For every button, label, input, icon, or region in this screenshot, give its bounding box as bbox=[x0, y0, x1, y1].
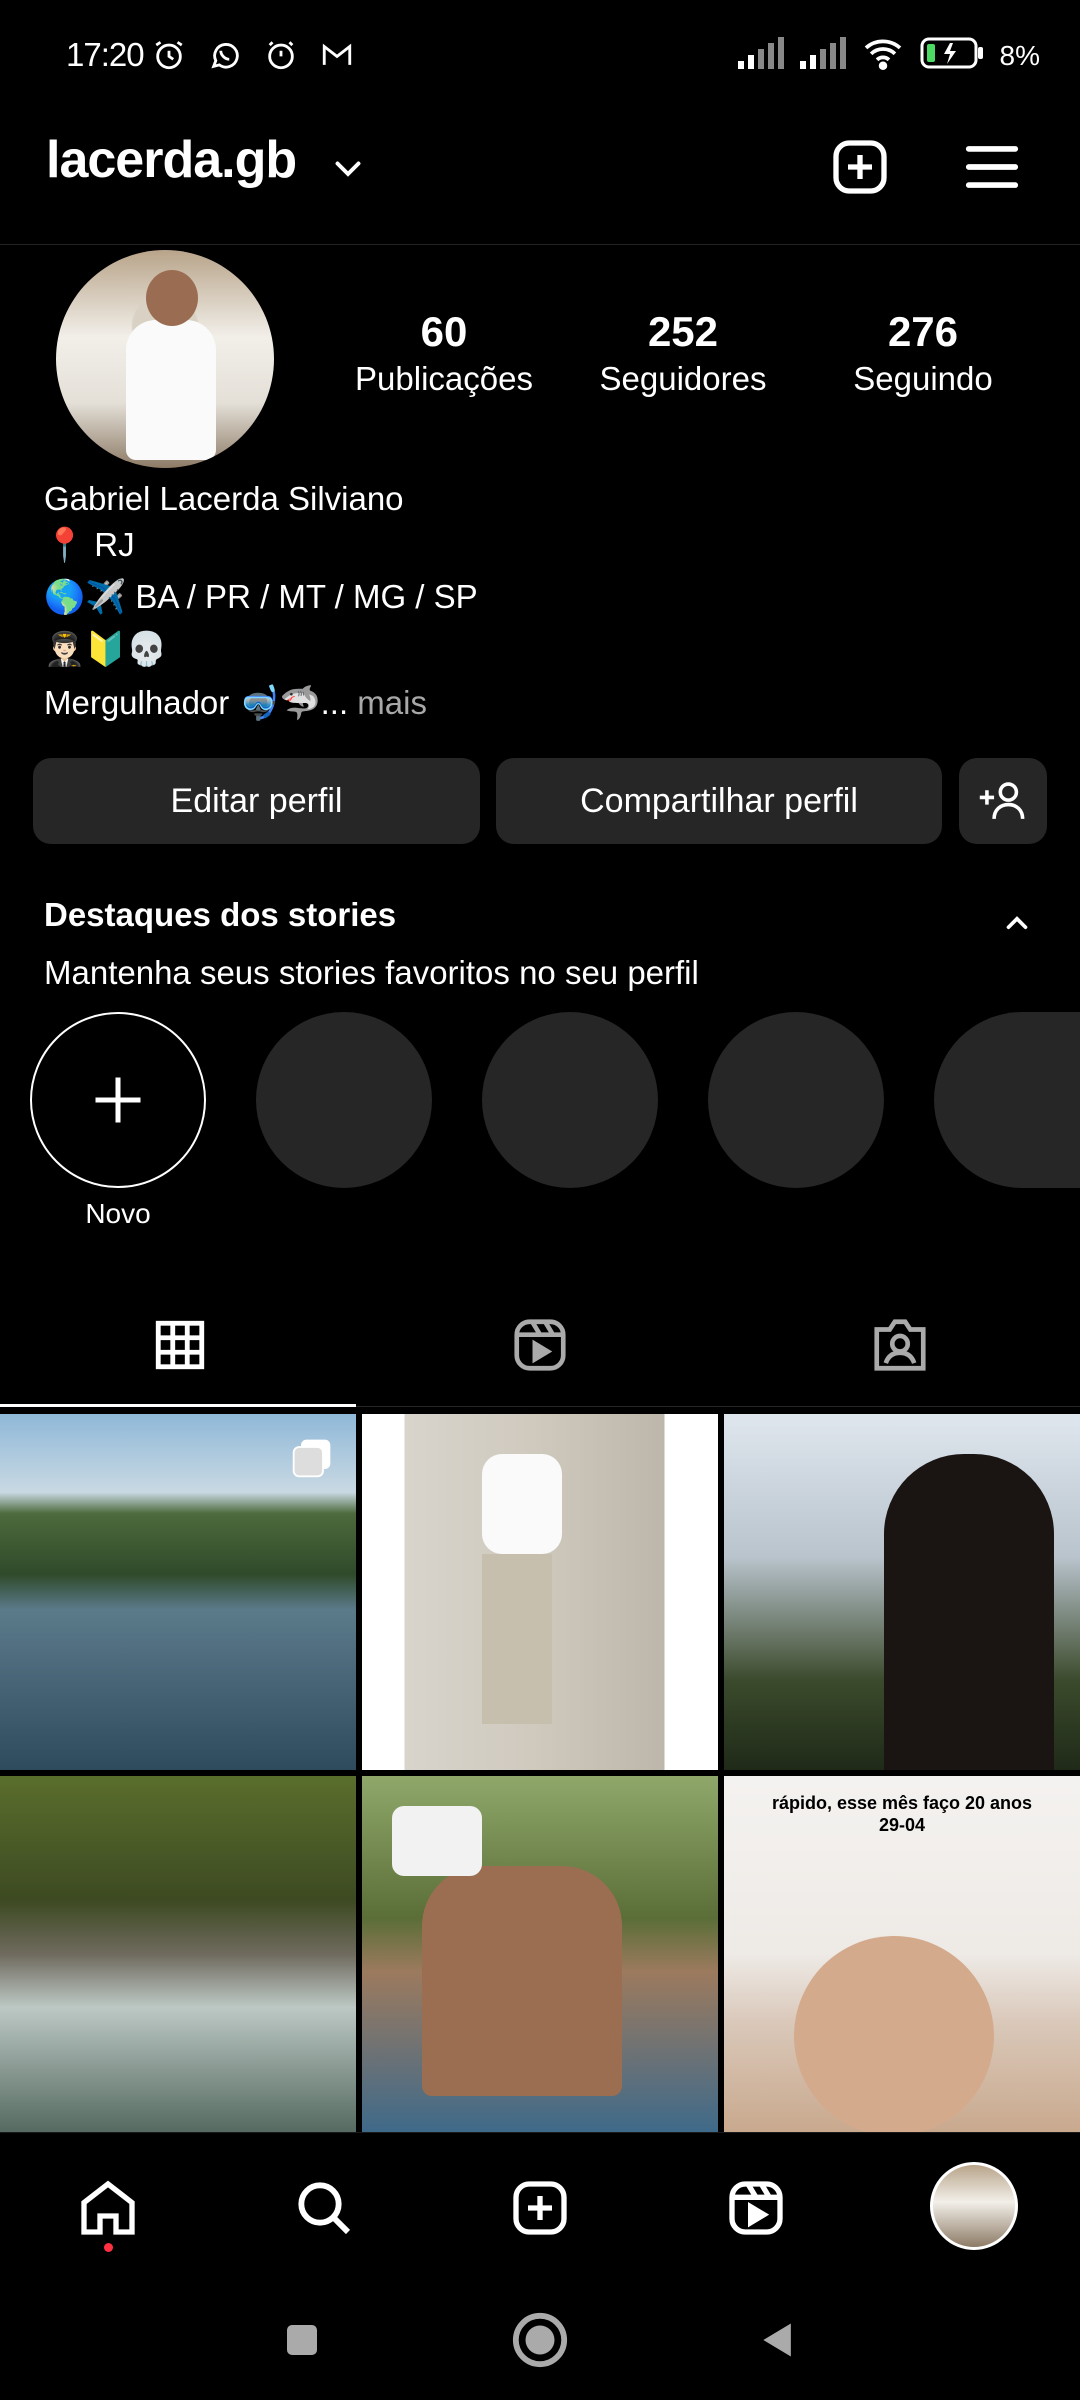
post-thumbnail[interactable] bbox=[724, 1414, 1080, 1770]
post-thumbnail[interactable] bbox=[362, 1776, 718, 2132]
home-icon bbox=[81, 2180, 135, 2235]
stat-followers-label: Seguidores bbox=[599, 360, 767, 397]
highlight-placeholder bbox=[934, 1012, 1080, 1188]
post-thumbnail[interactable] bbox=[362, 1414, 718, 1770]
username-switcher[interactable]: lacerda.gb bbox=[46, 130, 297, 190]
create-button[interactable] bbox=[825, 132, 895, 202]
bio-text: Mergulhador 🤿🦈... bbox=[44, 684, 349, 721]
highlight-placeholder bbox=[482, 1012, 658, 1188]
post-thumbnail[interactable] bbox=[0, 1776, 356, 2132]
bio-line-location: 📍 RJ bbox=[44, 526, 135, 563]
nav-create[interactable] bbox=[504, 2172, 576, 2244]
reels-icon bbox=[729, 2181, 783, 2235]
search-icon bbox=[298, 2182, 351, 2235]
highlights-subtitle: Mantenha seus stories favoritos no seu p… bbox=[44, 954, 699, 991]
bio-line-last[interactable]: Mergulhador 🤿🦈... mais bbox=[44, 684, 427, 723]
stat-followers[interactable]: 252 Seguidores bbox=[583, 308, 783, 398]
recents-button[interactable] bbox=[262, 2300, 342, 2380]
status-system-icons: 8% bbox=[737, 36, 1040, 75]
edit-profile-button[interactable]: Editar perfil bbox=[33, 758, 480, 844]
tagged-icon bbox=[874, 1319, 926, 1371]
wifi-icon bbox=[862, 36, 904, 75]
chevron-up-icon[interactable] bbox=[1000, 906, 1034, 945]
stat-following-value: 276 bbox=[887, 308, 959, 355]
chevron-down-icon[interactable] bbox=[330, 150, 366, 191]
stat-following[interactable]: 276 Seguindo bbox=[823, 308, 1023, 398]
highlights-title: Destaques dos stories bbox=[44, 896, 397, 933]
stat-following-label: Seguindo bbox=[853, 360, 993, 397]
create-icon bbox=[833, 140, 887, 194]
home-system-button[interactable] bbox=[500, 2300, 580, 2380]
post-thumbnail[interactable]: rápido, esse mês faço 20 anos 29-04 bbox=[724, 1776, 1080, 2132]
circle-icon bbox=[512, 2312, 568, 2368]
profile-avatar[interactable] bbox=[56, 250, 274, 468]
menu-button[interactable] bbox=[957, 132, 1027, 202]
stat-posts-label: Publicações bbox=[355, 360, 533, 397]
tab-tagged[interactable] bbox=[720, 1300, 1080, 1390]
signal-icon bbox=[737, 37, 784, 74]
nav-reels[interactable] bbox=[720, 2172, 792, 2244]
gmail-icon bbox=[318, 36, 356, 74]
square-icon bbox=[287, 2325, 317, 2355]
clock-icon bbox=[262, 36, 300, 74]
more-link[interactable]: mais bbox=[357, 684, 427, 721]
carousel-icon bbox=[292, 1439, 331, 1478]
stat-posts-value: 60 bbox=[420, 308, 468, 355]
status-time: 17:20 bbox=[66, 36, 145, 73]
signal-icon bbox=[799, 37, 846, 74]
add-person-icon bbox=[979, 782, 1025, 819]
profile-name: Gabriel Lacerda Silviano bbox=[44, 480, 404, 517]
stat-posts[interactable]: 60 Publicações bbox=[344, 308, 544, 398]
status-notification-icons bbox=[150, 36, 356, 74]
grid-icon bbox=[155, 1320, 205, 1370]
nav-profile-avatar[interactable] bbox=[930, 2162, 1018, 2250]
share-profile-button[interactable]: Compartilhar perfil bbox=[496, 758, 942, 844]
highlight-placeholder bbox=[256, 1012, 432, 1188]
notification-dot bbox=[104, 2243, 113, 2252]
menu-icon bbox=[965, 146, 1019, 188]
back-triangle-icon bbox=[763, 2323, 791, 2357]
bio-line-emojis: 👨🏻‍✈️🔰💀 bbox=[44, 630, 168, 667]
tab-grid[interactable] bbox=[0, 1300, 360, 1390]
active-tab-indicator bbox=[0, 1404, 356, 1407]
nav-search[interactable] bbox=[288, 2172, 360, 2244]
new-highlight-button[interactable] bbox=[30, 1012, 206, 1188]
battery-icon bbox=[920, 36, 984, 75]
alarm-icon bbox=[150, 36, 188, 74]
stat-followers-value: 252 bbox=[647, 308, 719, 355]
header-divider bbox=[0, 244, 1080, 245]
highlight-placeholder bbox=[708, 1012, 884, 1188]
discover-people-button[interactable] bbox=[959, 758, 1047, 844]
tab-reels[interactable] bbox=[360, 1300, 720, 1390]
nav-home[interactable] bbox=[72, 2172, 144, 2244]
create-icon bbox=[513, 2181, 567, 2235]
post-caption: rápido, esse mês faço 20 anos 29-04 bbox=[771, 1793, 1033, 1835]
post-thumbnail[interactable] bbox=[0, 1414, 356, 1770]
reels-icon bbox=[514, 1319, 566, 1371]
new-highlight-label: Novo bbox=[85, 1198, 151, 1229]
bio-line-travel: 🌎✈️ BA / PR / MT / MG / SP bbox=[44, 578, 478, 615]
back-button[interactable] bbox=[738, 2300, 818, 2380]
whatsapp-icon bbox=[206, 36, 244, 74]
battery-percent: 8% bbox=[999, 39, 1040, 71]
